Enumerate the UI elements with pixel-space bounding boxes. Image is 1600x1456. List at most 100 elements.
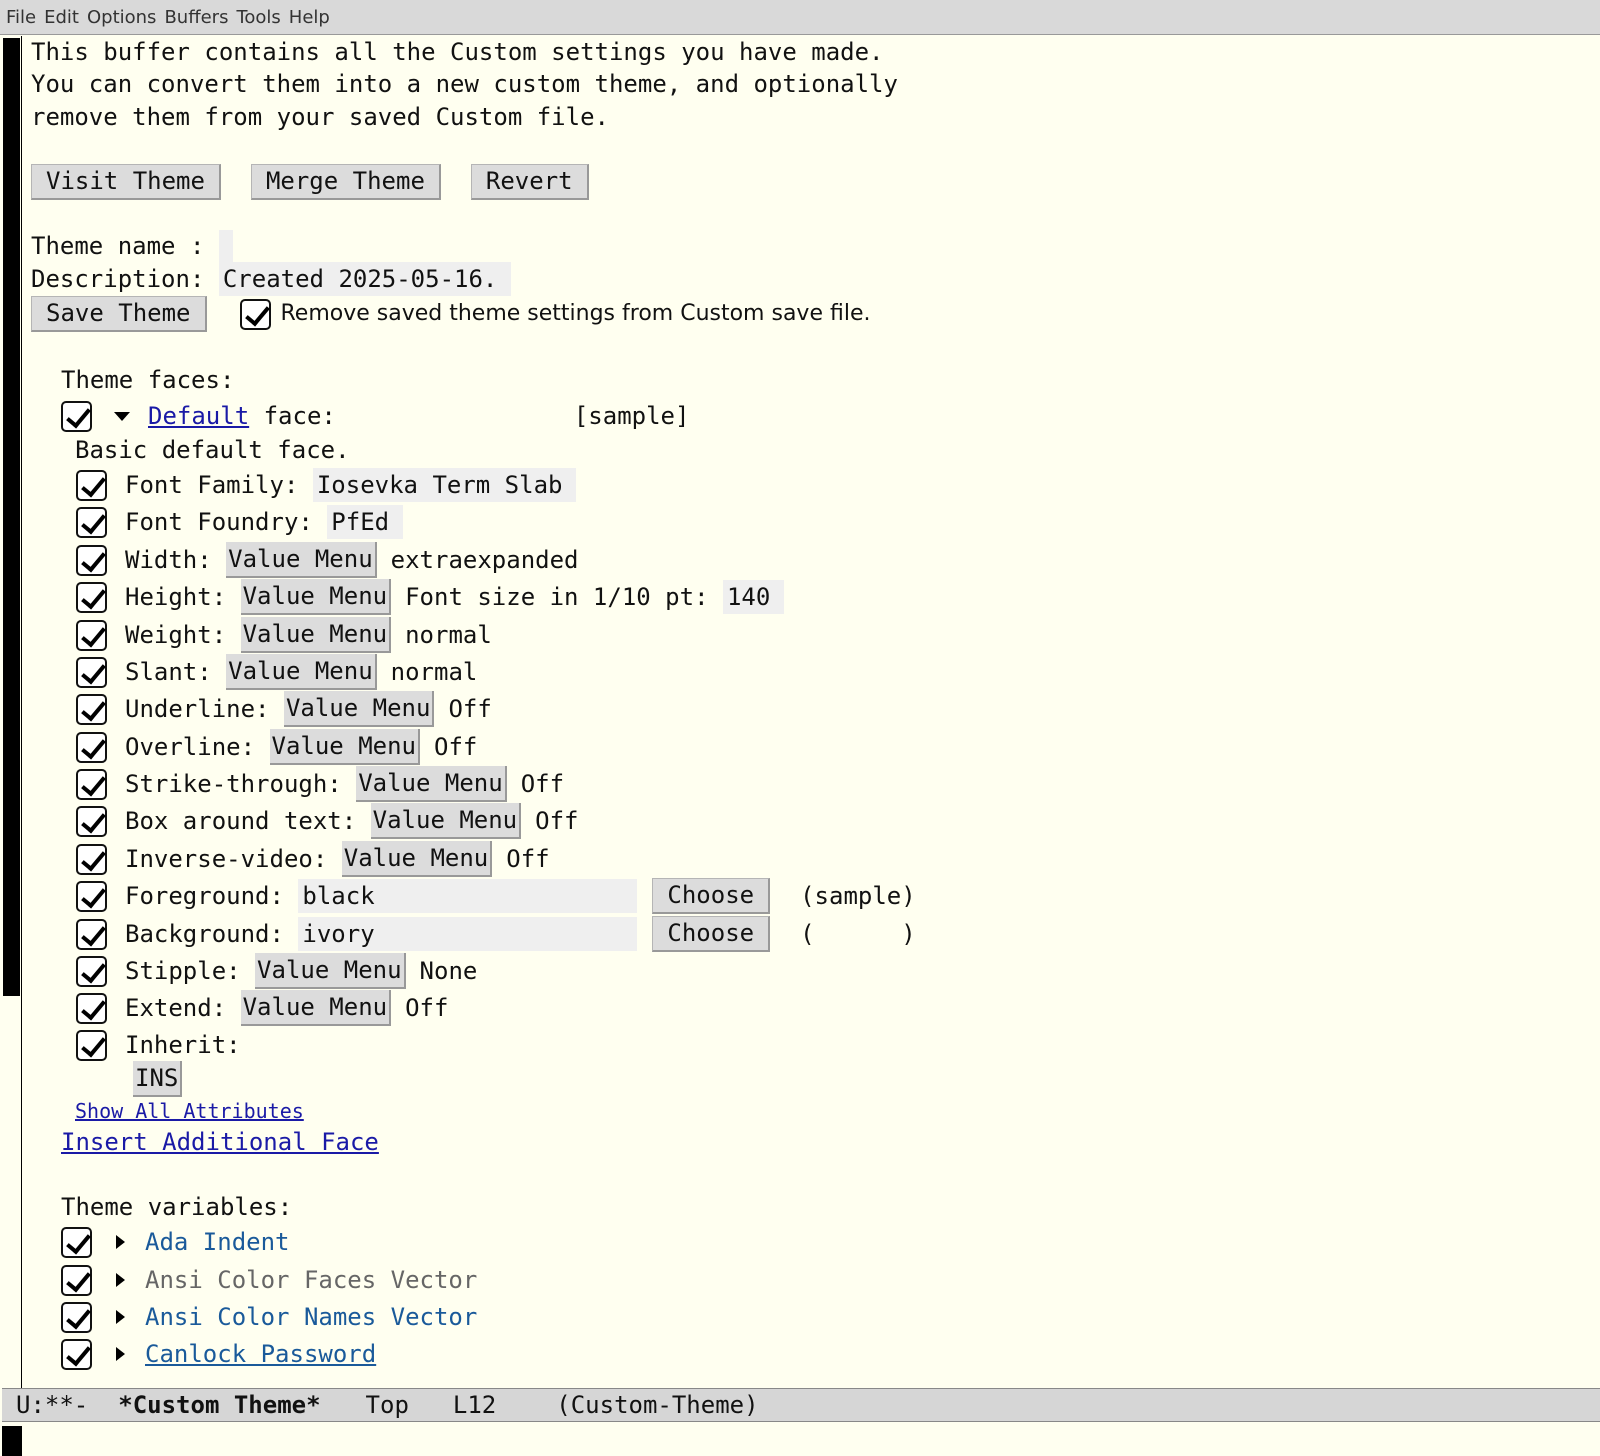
extend-value-menu[interactable]: Value Menu [240,989,392,1027]
modeline-line: L12 [452,1391,497,1419]
height-checkbox[interactable] [76,581,107,613]
font-family-label: Font Family: [125,471,313,499]
remove-saved-label: Remove saved theme settings from Custom … [280,301,871,326]
theme-name-input[interactable] [218,230,233,262]
theme-faces-heading: Theme faces: [61,366,235,394]
overline-value-menu[interactable]: Value Menu [269,728,420,766]
variable-link[interactable]: Canlock Password [145,1342,376,1366]
inherit-ins-button[interactable]: INS [133,1060,183,1098]
height-input[interactable]: 140 [722,579,785,615]
menu-file[interactable]: File [6,7,36,28]
inverse-video-value: Off [506,845,550,873]
merge-theme-button[interactable]: Merge Theme [250,164,441,200]
variable-checkbox[interactable] [61,1264,92,1296]
background-sample: ( ) [800,920,916,948]
variable-link[interactable]: Ansi Color Names Vector [145,1305,477,1329]
attr-font-family: Font Family: Iosevka Term Slab [76,467,577,503]
default-face-checkbox[interactable] [61,400,92,432]
menu-tools[interactable]: Tools [236,7,280,28]
expand-triangle-icon[interactable] [116,1347,125,1361]
menu-help[interactable]: Help [289,7,330,28]
modeline-buffer-name[interactable]: *Custom Theme* [118,1391,320,1419]
font-foundry-label: Font Foundry: [125,508,328,536]
intro-line-1: This buffer contains all the Custom sett… [31,38,884,66]
face-sample: [sample] [573,402,690,430]
modeline-mode[interactable]: (Custom-Theme) [556,1391,758,1419]
expand-triangle-icon[interactable] [116,1235,125,1249]
weight-value: normal [405,621,492,649]
extend-value: Off [405,994,449,1022]
foreground-choose-button[interactable]: Choose [652,878,771,914]
collapse-triangle-icon[interactable] [114,411,130,421]
show-all-attributes-link[interactable]: Show All Attributes [75,1101,304,1121]
theme-variables-heading: Theme variables: [61,1193,293,1221]
save-theme-button[interactable]: Save Theme [31,296,207,332]
overline-checkbox[interactable] [76,731,107,763]
vertical-scrollbar[interactable] [2,36,22,1388]
box-around-text-checkbox[interactable] [76,805,107,837]
width-value: extraexpanded [390,546,579,574]
stipple-checkbox[interactable] [76,955,107,987]
inverse-video-checkbox[interactable] [76,843,107,875]
modeline-position: Top [365,1391,409,1419]
weight-checkbox[interactable] [76,619,107,651]
underline-value-menu[interactable]: Value Menu [283,690,435,728]
box-around-text-value-menu[interactable]: Value Menu [370,802,522,840]
underline-checkbox[interactable] [76,693,107,725]
font-family-input[interactable]: Iosevka Term Slab [312,467,577,503]
weight-value-menu[interactable]: Value Menu [240,616,392,654]
slant-checkbox[interactable] [76,656,107,688]
background-choose-button[interactable]: Choose [652,916,771,952]
height-value-menu[interactable]: Value Menu [240,578,392,616]
attr-slant: Slant: Value Menu normal [76,653,477,691]
custom-theme-buffer: This buffer contains all the Custom sett… [31,36,1591,1388]
width-value-menu[interactable]: Value Menu [226,541,377,579]
expand-triangle-icon[interactable] [116,1310,125,1324]
variable-checkbox[interactable] [61,1226,92,1258]
description-row: Description: Created 2025-05-16. [31,261,512,297]
variable-row: Ansi Color Faces Vector [61,1263,477,1297]
font-foundry-input[interactable]: PfEd [327,504,404,540]
revert-button[interactable]: Revert [470,164,589,200]
inherit-ins-row: INS [133,1060,183,1098]
mode-line: U:**- *Custom Theme* Top L12 (Custom-The… [2,1388,1600,1422]
width-checkbox[interactable] [76,544,107,576]
expand-triangle-icon[interactable] [116,1273,125,1287]
inherit-checkbox[interactable] [76,1029,107,1061]
underline-value: Off [448,695,492,723]
background-checkbox[interactable] [76,918,107,950]
foreground-checkbox[interactable] [76,880,107,912]
stipple-value-menu[interactable]: Value Menu [255,952,406,990]
font-family-checkbox[interactable] [76,469,107,501]
menu-edit[interactable]: Edit [44,7,79,28]
description-input[interactable]: Created 2025-05-16. [218,261,512,297]
description-label: Description: [31,265,219,293]
strike-through-checkbox[interactable] [76,768,107,800]
remove-saved-checkbox[interactable] [239,298,271,330]
variable-link[interactable]: Ansi Color Faces Vector [145,1268,477,1292]
face-doc-string: Basic default face. [75,436,350,464]
extend-checkbox[interactable] [76,992,107,1024]
strike-through-value-menu[interactable]: Value Menu [356,765,507,803]
variable-checkbox[interactable] [61,1338,92,1370]
inverse-video-value-menu[interactable]: Value Menu [341,840,493,878]
scrollbar-thumb[interactable] [3,38,20,996]
font-foundry-checkbox[interactable] [76,506,107,538]
attr-font-foundry: Font Foundry: PfEd [76,504,404,540]
inherit-label: Inherit: [125,1031,241,1059]
underline-label: Underline: [125,695,284,723]
default-face-link[interactable]: Default [148,404,249,428]
variable-link[interactable]: Ada Indent [145,1230,290,1254]
insert-additional-face-link[interactable]: Insert Additional Face [61,1130,379,1154]
foreground-input[interactable]: black [298,878,638,914]
menu-buffers[interactable]: Buffers [164,7,228,28]
visit-theme-button[interactable]: Visit Theme [31,164,221,200]
variable-checkbox[interactable] [61,1301,92,1333]
attr-extend: Extend: Value Menu Off [76,989,449,1027]
menu-options[interactable]: Options [87,7,156,28]
background-input[interactable]: ivory [298,916,638,952]
attr-background: Background: ivory Choose ( ) [76,916,916,952]
minibuffer[interactable] [2,1424,1600,1456]
slant-value-menu[interactable]: Value Menu [226,653,377,691]
stipple-value: None [419,957,478,985]
